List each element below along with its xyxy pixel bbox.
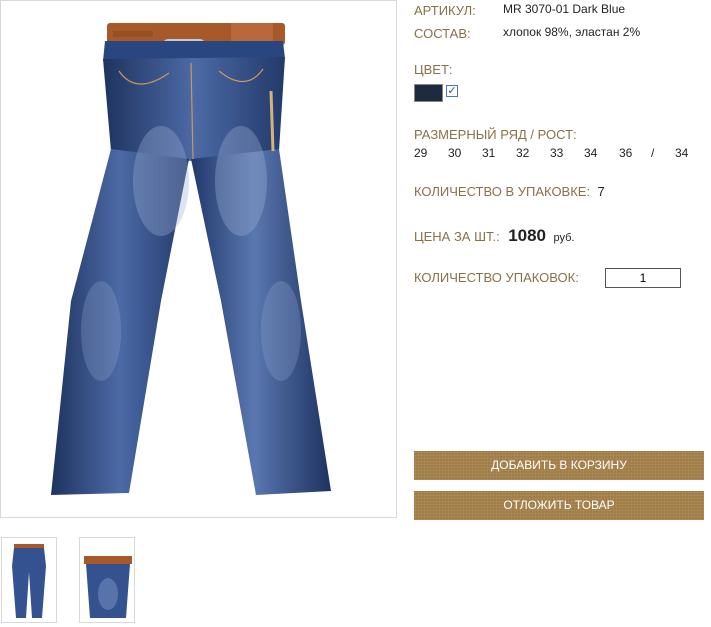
size-item: 31 (482, 146, 496, 160)
composition-value: хлопок 98%, эластан 2% (503, 25, 641, 39)
color-checkbox[interactable]: ✓ (446, 85, 458, 97)
price-label: ЦЕНА ЗА ШТ.: (414, 229, 500, 244)
article-value: MR 3070-01 Dark Blue (503, 2, 626, 16)
size-item: 36 (619, 146, 633, 160)
article-row: АРТИКУЛ: MR 3070-01 Dark Blue (414, 2, 625, 20)
price-value: 1080 (508, 226, 547, 245)
packages-quantity-input[interactable] (605, 268, 681, 288)
pack-quantity-label: КОЛИЧЕСТВО В УПАКОВКЕ: (414, 184, 591, 199)
jeans-detail-thumbnail-icon (84, 556, 132, 618)
composition-label: СОСТАВ: (414, 26, 471, 41)
size-item: 29 (414, 146, 428, 160)
size-item: 33 (550, 146, 564, 160)
size-item: 30 (448, 146, 462, 160)
thumbnail-front[interactable] (1, 537, 57, 623)
price-row: ЦЕНА ЗА ШТ.: 1080 руб. (414, 226, 574, 246)
color-label: ЦВЕТ: (414, 62, 453, 77)
pack-quantity-row: КОЛИЧЕСТВО В УПАКОВКЕ: 7 (414, 183, 605, 201)
defer-item-button[interactable]: ОТЛОЖИТЬ ТОВАР (414, 491, 704, 520)
composition-row: СОСТАВ: хлопок 98%, эластан 2% (414, 25, 640, 43)
size-item: 32 (516, 146, 530, 160)
jeans-illustration (51, 23, 331, 495)
jeans-thumbnail-icon (12, 544, 46, 618)
packages-quantity-label: КОЛИЧЕСТВО УПАКОВОК: (414, 270, 579, 285)
product-main-image[interactable] (0, 0, 397, 518)
add-to-cart-button[interactable]: ДОБАВИТЬ В КОРЗИНУ (414, 451, 704, 480)
thumbnail-detail[interactable] (79, 537, 135, 623)
article-label: АРТИКУЛ: (414, 3, 476, 18)
size-item: 34 (584, 146, 598, 160)
height-item: 34 (675, 146, 689, 160)
price-currency: руб. (553, 232, 575, 244)
color-swatch[interactable] (414, 84, 443, 102)
size-separator: / (651, 146, 655, 160)
sizes-label: РАЗМЕРНЫЙ РЯД / РОСТ: (414, 127, 577, 142)
pack-quantity-value: 7 (597, 184, 605, 199)
